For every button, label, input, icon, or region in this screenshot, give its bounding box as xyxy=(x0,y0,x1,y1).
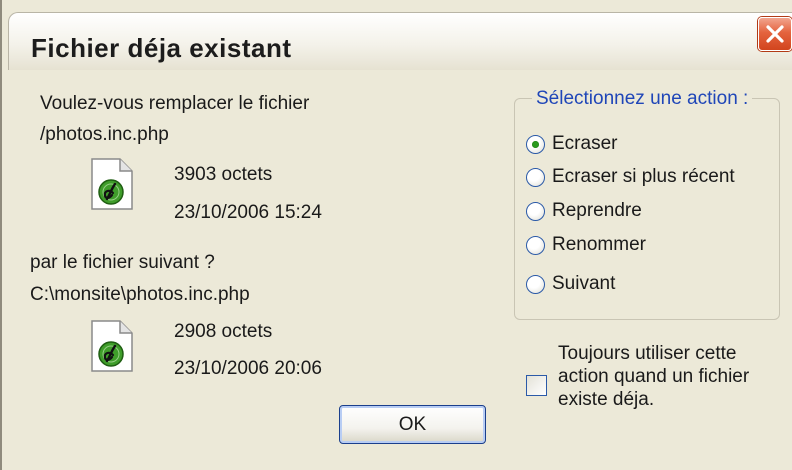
radio-button[interactable] xyxy=(526,235,545,255)
existing-file-size: 3903 octets xyxy=(174,164,273,185)
new-file-date: 23/10/2006 20:06 xyxy=(174,358,322,379)
radio-option-reprendre[interactable]: Reprendre xyxy=(526,199,642,223)
radio-button[interactable] xyxy=(526,274,545,294)
always-use-checkbox[interactable] xyxy=(526,375,547,396)
replace-question-text: Voulez-vous remplacer le fichier xyxy=(40,93,310,114)
ok-button[interactable]: OK xyxy=(339,405,486,444)
new-file-path: C:\monsite\photos.inc.php xyxy=(30,284,250,305)
radio-button[interactable] xyxy=(526,134,545,154)
radio-button[interactable] xyxy=(526,167,545,187)
radio-option-ecraser[interactable]: Ecraser xyxy=(526,132,617,156)
new-file-size: 2908 octets xyxy=(174,321,273,342)
dreamweaver-php-file-icon xyxy=(91,320,133,372)
radio-option-label: Reprendre xyxy=(552,200,642,221)
existing-file-date: 23/10/2006 15:24 xyxy=(174,202,322,223)
radio-option-label: Ecraser xyxy=(552,133,618,154)
radio-button[interactable] xyxy=(526,201,545,221)
action-group-legend: Sélectionnez une action : xyxy=(532,88,753,110)
close-button[interactable] xyxy=(758,17,792,51)
title-bar[interactable]: Fichier déja existant xyxy=(8,12,792,70)
radio-option-renommer[interactable]: Renommer xyxy=(526,233,646,257)
dialog-title: Fichier déja existant xyxy=(31,33,292,63)
always-use-label[interactable]: Toujours utiliser cette action quand un … xyxy=(558,342,784,411)
radio-option-label: Renommer xyxy=(552,234,646,255)
radio-option-label: Suivant xyxy=(552,273,616,294)
radio-option-label: Ecraser si plus récent xyxy=(552,166,735,187)
replace-with-question-text: par le fichier suivant ? xyxy=(30,252,215,273)
existing-file-path: /photos.inc.php xyxy=(40,124,169,145)
radio-option-ecraser-si-plus-recent[interactable]: Ecraser si plus récent xyxy=(526,165,735,189)
close-icon xyxy=(766,25,784,43)
file-exists-dialog: Fichier déja existant Voulez-vous rempla… xyxy=(0,0,792,470)
radio-option-suivant[interactable]: Suivant xyxy=(526,272,615,296)
dreamweaver-php-file-icon xyxy=(91,158,133,210)
